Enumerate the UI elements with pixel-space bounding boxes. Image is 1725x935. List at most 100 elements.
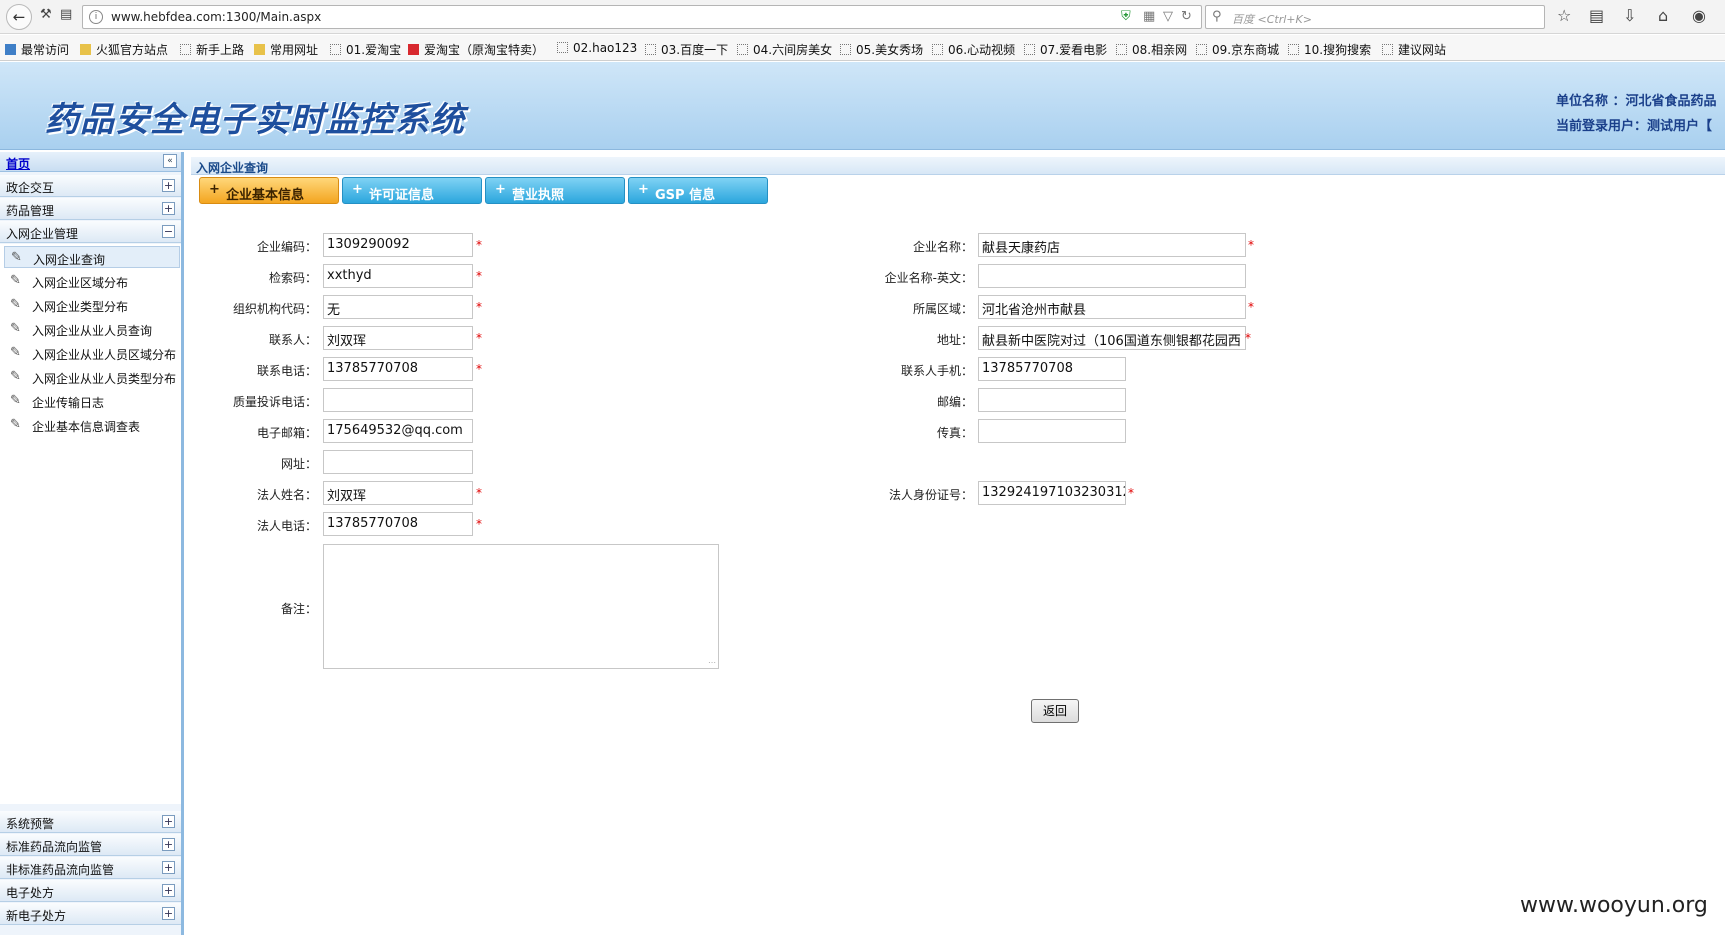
paperclip-icon: ✎: [10, 345, 21, 360]
chat-icon[interactable]: ◉: [1692, 6, 1706, 25]
back-button[interactable]: 返回: [1031, 699, 1079, 723]
label-email: 电子邮箱：: [256, 426, 317, 440]
email-field[interactable]: 175649532@qq.com: [323, 419, 473, 443]
collapse-sidebar-icon[interactable]: «: [163, 154, 177, 168]
legal-phone-field[interactable]: 13785770708: [323, 512, 473, 536]
home-icon[interactable]: ⌂: [1658, 6, 1668, 25]
sidebar-header: 首页 «: [0, 152, 181, 172]
bookmark-10[interactable]: 10.搜狗搜索: [1288, 41, 1371, 58]
tab-business-license[interactable]: + 营业执照: [485, 177, 625, 204]
bookmark-taobao[interactable]: 爱淘宝（原淘宝特卖）: [408, 41, 544, 58]
page-icon: [645, 44, 656, 55]
remark-textarea[interactable]: ⋯: [323, 544, 719, 669]
expand-icon[interactable]: +: [162, 815, 175, 828]
postcode-field[interactable]: [978, 388, 1126, 412]
region-field[interactable]: 河北省沧州市献县: [978, 295, 1246, 319]
bookmark-03[interactable]: 03.百度一下: [645, 41, 728, 58]
plus-icon: +: [638, 182, 649, 197]
enterprise-code-field[interactable]: 1309290092: [323, 233, 473, 257]
plus-icon: +: [209, 182, 220, 197]
expand-icon[interactable]: +: [162, 202, 175, 215]
org-code-field[interactable]: 无: [323, 295, 473, 319]
enterprise-name-field[interactable]: 献县天康药店: [978, 233, 1246, 257]
bookmark-07[interactable]: 07.爱看电影: [1024, 41, 1107, 58]
search-code-field[interactable]: xxthyd: [323, 264, 473, 288]
qrcode-icon[interactable]: ▦: [1143, 9, 1155, 24]
bookmark-common[interactable]: 常用网址: [254, 41, 318, 58]
bookmark-05[interactable]: 05.美女秀场: [840, 41, 923, 58]
expand-icon[interactable]: +: [162, 179, 175, 192]
sidebar-section-warning[interactable]: 系统预警 +: [0, 811, 181, 833]
download-icon[interactable]: ⇩: [1623, 6, 1636, 25]
enterprise-name-en-field[interactable]: [978, 264, 1246, 288]
browser-toolbar: ← ⚒ ▤ i www.hebfdea.com:1300/Main.aspx ⛨…: [0, 0, 1725, 34]
label-search-code: 检索码：: [268, 271, 317, 285]
plus-icon: +: [352, 182, 363, 197]
tab-basic-info[interactable]: + 企业基本信息: [199, 177, 339, 204]
app-title: 药品安全电子实时监控系统: [45, 100, 465, 140]
expand-icon[interactable]: +: [162, 907, 175, 920]
complaint-phone-field[interactable]: [323, 388, 473, 412]
search-bar[interactable]: ⚲ 百度 <Ctrl+K>: [1205, 5, 1545, 29]
url-text[interactable]: www.hebfdea.com:1300/Main.aspx: [111, 10, 321, 24]
page-icon: [1382, 44, 1393, 55]
legal-name-field[interactable]: 刘双珲: [323, 481, 473, 505]
bookmark-08[interactable]: 08.相亲网: [1116, 41, 1187, 58]
unit-name: 单位名称 ：河北省食品药品: [1556, 94, 1717, 109]
bookmark-06[interactable]: 06.心动视频: [932, 41, 1015, 58]
address-bar[interactable]: i www.hebfdea.com:1300/Main.aspx ⛨ ▦ ▽ ↻: [82, 5, 1202, 29]
contact-field[interactable]: 刘双珲: [323, 326, 473, 350]
bookmark-04[interactable]: 04.六间房美女: [737, 41, 832, 58]
sidebar-section-gov[interactable]: 政企交互 +: [0, 175, 181, 197]
page-icon: [1196, 44, 1207, 55]
label-complaint-phone: 质量投诉电话：: [232, 395, 317, 409]
page-icon[interactable]: ▤: [60, 7, 72, 22]
label-remark: 备注：: [280, 602, 317, 616]
sidebar-section-eprescription[interactable]: 电子处方 +: [0, 880, 181, 902]
expand-icon[interactable]: +: [162, 838, 175, 851]
sidebar-section-standard-flow[interactable]: 标准药品流向监管 +: [0, 834, 181, 856]
sidebar-section-drugs[interactable]: 药品管理 +: [0, 198, 181, 220]
watermark: www.wooyun.org: [1520, 893, 1708, 918]
bookmark-newbie[interactable]: 新手上路: [180, 41, 244, 58]
bookmark-02[interactable]: 02.hao123: [557, 41, 637, 55]
address-field[interactable]: 献县新中医院对过（106国道东侧银都花园西: [978, 326, 1246, 350]
required-mark: *: [476, 331, 482, 345]
bookmark-firefox[interactable]: 火狐官方站点: [80, 41, 168, 58]
required-mark: *: [476, 269, 482, 283]
back-icon[interactable]: ←: [6, 4, 32, 30]
paperclip-icon: ✎: [10, 369, 21, 384]
label-org-code: 组织机构代码：: [232, 302, 317, 316]
shield-icon[interactable]: ⛨: [1121, 9, 1131, 24]
bookmark-star-icon[interactable]: ☆: [1557, 6, 1571, 25]
label-address: 地址：: [936, 333, 973, 347]
collapse-icon[interactable]: −: [162, 225, 175, 238]
paperclip-icon: ✎: [10, 393, 21, 408]
bookmark-suggested[interactable]: 建议网站: [1382, 41, 1446, 58]
expand-icon[interactable]: +: [162, 861, 175, 874]
app-header: 药品安全电子实时监控系统 单位名称 ：河北省食品药品 当前登录用户：测试用户【: [0, 62, 1725, 150]
dropdown-icon[interactable]: ▽: [1163, 9, 1173, 24]
resize-grip-icon[interactable]: ⋯: [708, 658, 716, 667]
contact-mobile-field[interactable]: 13785770708: [978, 357, 1126, 381]
bookmark-09[interactable]: 09.京东商城: [1196, 41, 1279, 58]
folder-icon: [254, 44, 265, 55]
legal-id-field[interactable]: 132924197103230312: [978, 481, 1126, 505]
label-postcode: 邮编：: [936, 395, 973, 409]
fax-field[interactable]: [978, 419, 1126, 443]
bookmark-most-visited[interactable]: 最常访问: [5, 41, 69, 58]
reading-list-icon[interactable]: ▤: [1589, 6, 1604, 25]
tab-gsp[interactable]: + GSP 信息: [628, 177, 768, 204]
tab-license[interactable]: + 许可证信息: [342, 177, 482, 204]
wrench-icon[interactable]: ⚒: [40, 7, 52, 22]
reload-icon[interactable]: ↻: [1181, 9, 1192, 24]
sidebar-section-new-eprescription[interactable]: 新电子处方 +: [0, 903, 181, 925]
paperclip-icon: ✎: [10, 297, 21, 312]
phone-field[interactable]: 13785770708: [323, 357, 473, 381]
website-field[interactable]: [323, 450, 473, 474]
expand-icon[interactable]: +: [162, 884, 175, 897]
sidebar-section-nonstandard-flow[interactable]: 非标准药品流向监管 +: [0, 857, 181, 879]
home-link[interactable]: 首页: [6, 155, 30, 172]
bookmark-01[interactable]: 01.爱淘宝: [330, 41, 401, 58]
label-contact-mobile: 联系人手机：: [900, 364, 973, 378]
